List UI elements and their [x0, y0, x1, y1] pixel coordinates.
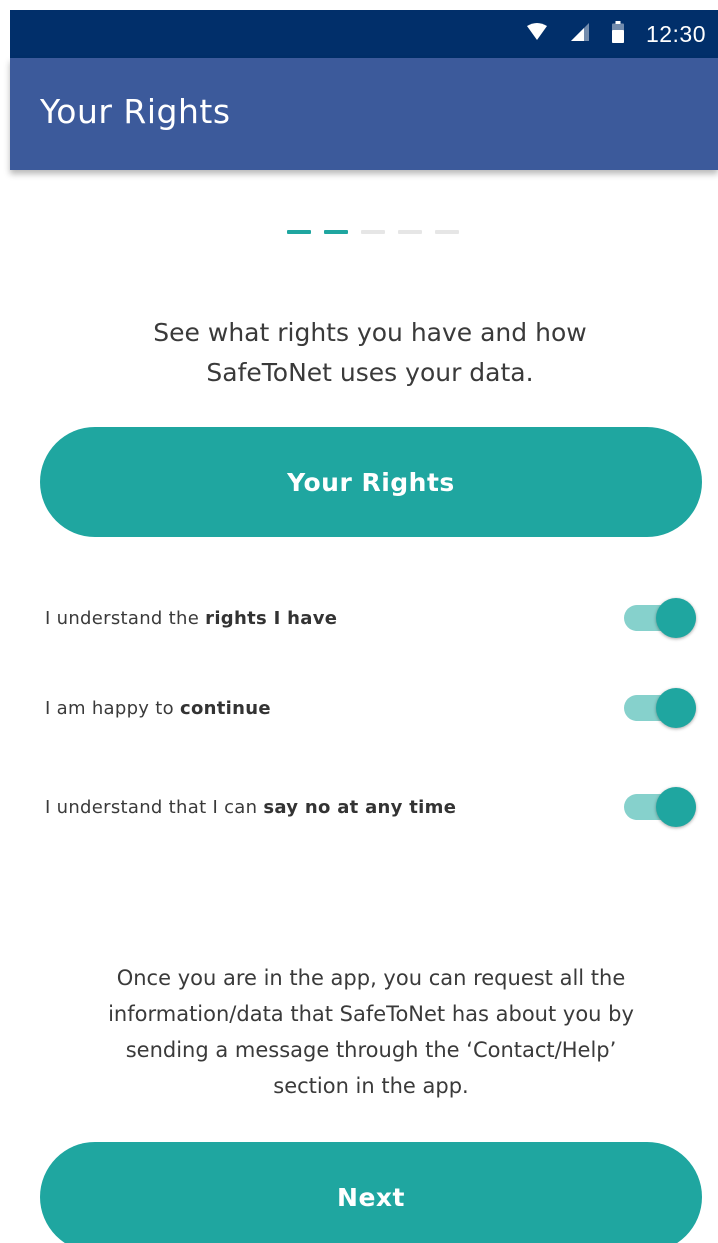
progress-stepper: [287, 230, 459, 234]
battery-icon: [611, 21, 624, 47]
step-indicator-1: [287, 230, 311, 234]
rights-toggle[interactable]: [624, 595, 700, 641]
status-icons: 12:30: [526, 10, 706, 58]
say-no-toggle[interactable]: [624, 784, 700, 830]
toggle-label-rights: I understand the rights I have: [45, 608, 337, 629]
toggle-knob: [656, 688, 696, 728]
toggle-label-bold: continue: [179, 697, 271, 719]
step-indicator-4: [398, 230, 422, 234]
toggle-label-continue: I am happy to continue: [45, 698, 271, 719]
status-time: 12:30: [645, 20, 706, 47]
step-indicator-3: [361, 230, 385, 234]
intro-line-2: SafeToNet uses your data.: [206, 358, 534, 387]
toggle-label-bold: say no at any time: [263, 796, 457, 818]
signal-icon: [570, 22, 590, 46]
toggle-row-continue: I am happy to continue: [45, 680, 700, 736]
info-line-1: Once you are in the app, you can request…: [116, 966, 626, 990]
wifi-icon: [526, 23, 548, 45]
toggle-label-prefix: I understand the: [45, 607, 206, 629]
intro-line-1: See what rights you have and how: [153, 318, 587, 347]
your-rights-button[interactable]: Your Rights: [40, 427, 702, 537]
step-indicator-5: [435, 230, 459, 234]
toggle-row-say-no: I understand that I can say no at any ti…: [45, 779, 700, 835]
toggle-label-bold: rights I have: [205, 607, 338, 629]
toggle-row-rights: I understand the rights I have: [45, 590, 700, 646]
continue-toggle[interactable]: [624, 685, 700, 731]
app-bar: Your Rights: [10, 58, 718, 170]
toggle-knob: [656, 598, 696, 638]
info-line-4: section in the app.: [273, 1074, 469, 1098]
info-text: Once you are in the app, you can request…: [40, 960, 702, 1104]
page-title: Your Rights: [40, 92, 231, 131]
info-line-2: information/data that SafeToNet has abou…: [108, 1002, 634, 1026]
toggle-label-prefix: I understand that I can: [45, 796, 264, 818]
next-button[interactable]: Next: [40, 1142, 702, 1243]
info-line-3: sending a message through the ‘Contact/H…: [125, 1038, 617, 1062]
intro-text: See what rights you have and how SafeToN…: [60, 313, 680, 393]
frame-margin: [0, 0, 718, 10]
toggle-label-prefix: I am happy to: [45, 697, 180, 719]
toggle-label-say-no: I understand that I can say no at any ti…: [45, 797, 456, 818]
screen: 12:30 Your Rights See what rights you ha…: [0, 0, 718, 1243]
toggle-knob: [656, 787, 696, 827]
status-bar: 12:30: [10, 10, 718, 58]
step-indicator-2: [324, 230, 348, 234]
